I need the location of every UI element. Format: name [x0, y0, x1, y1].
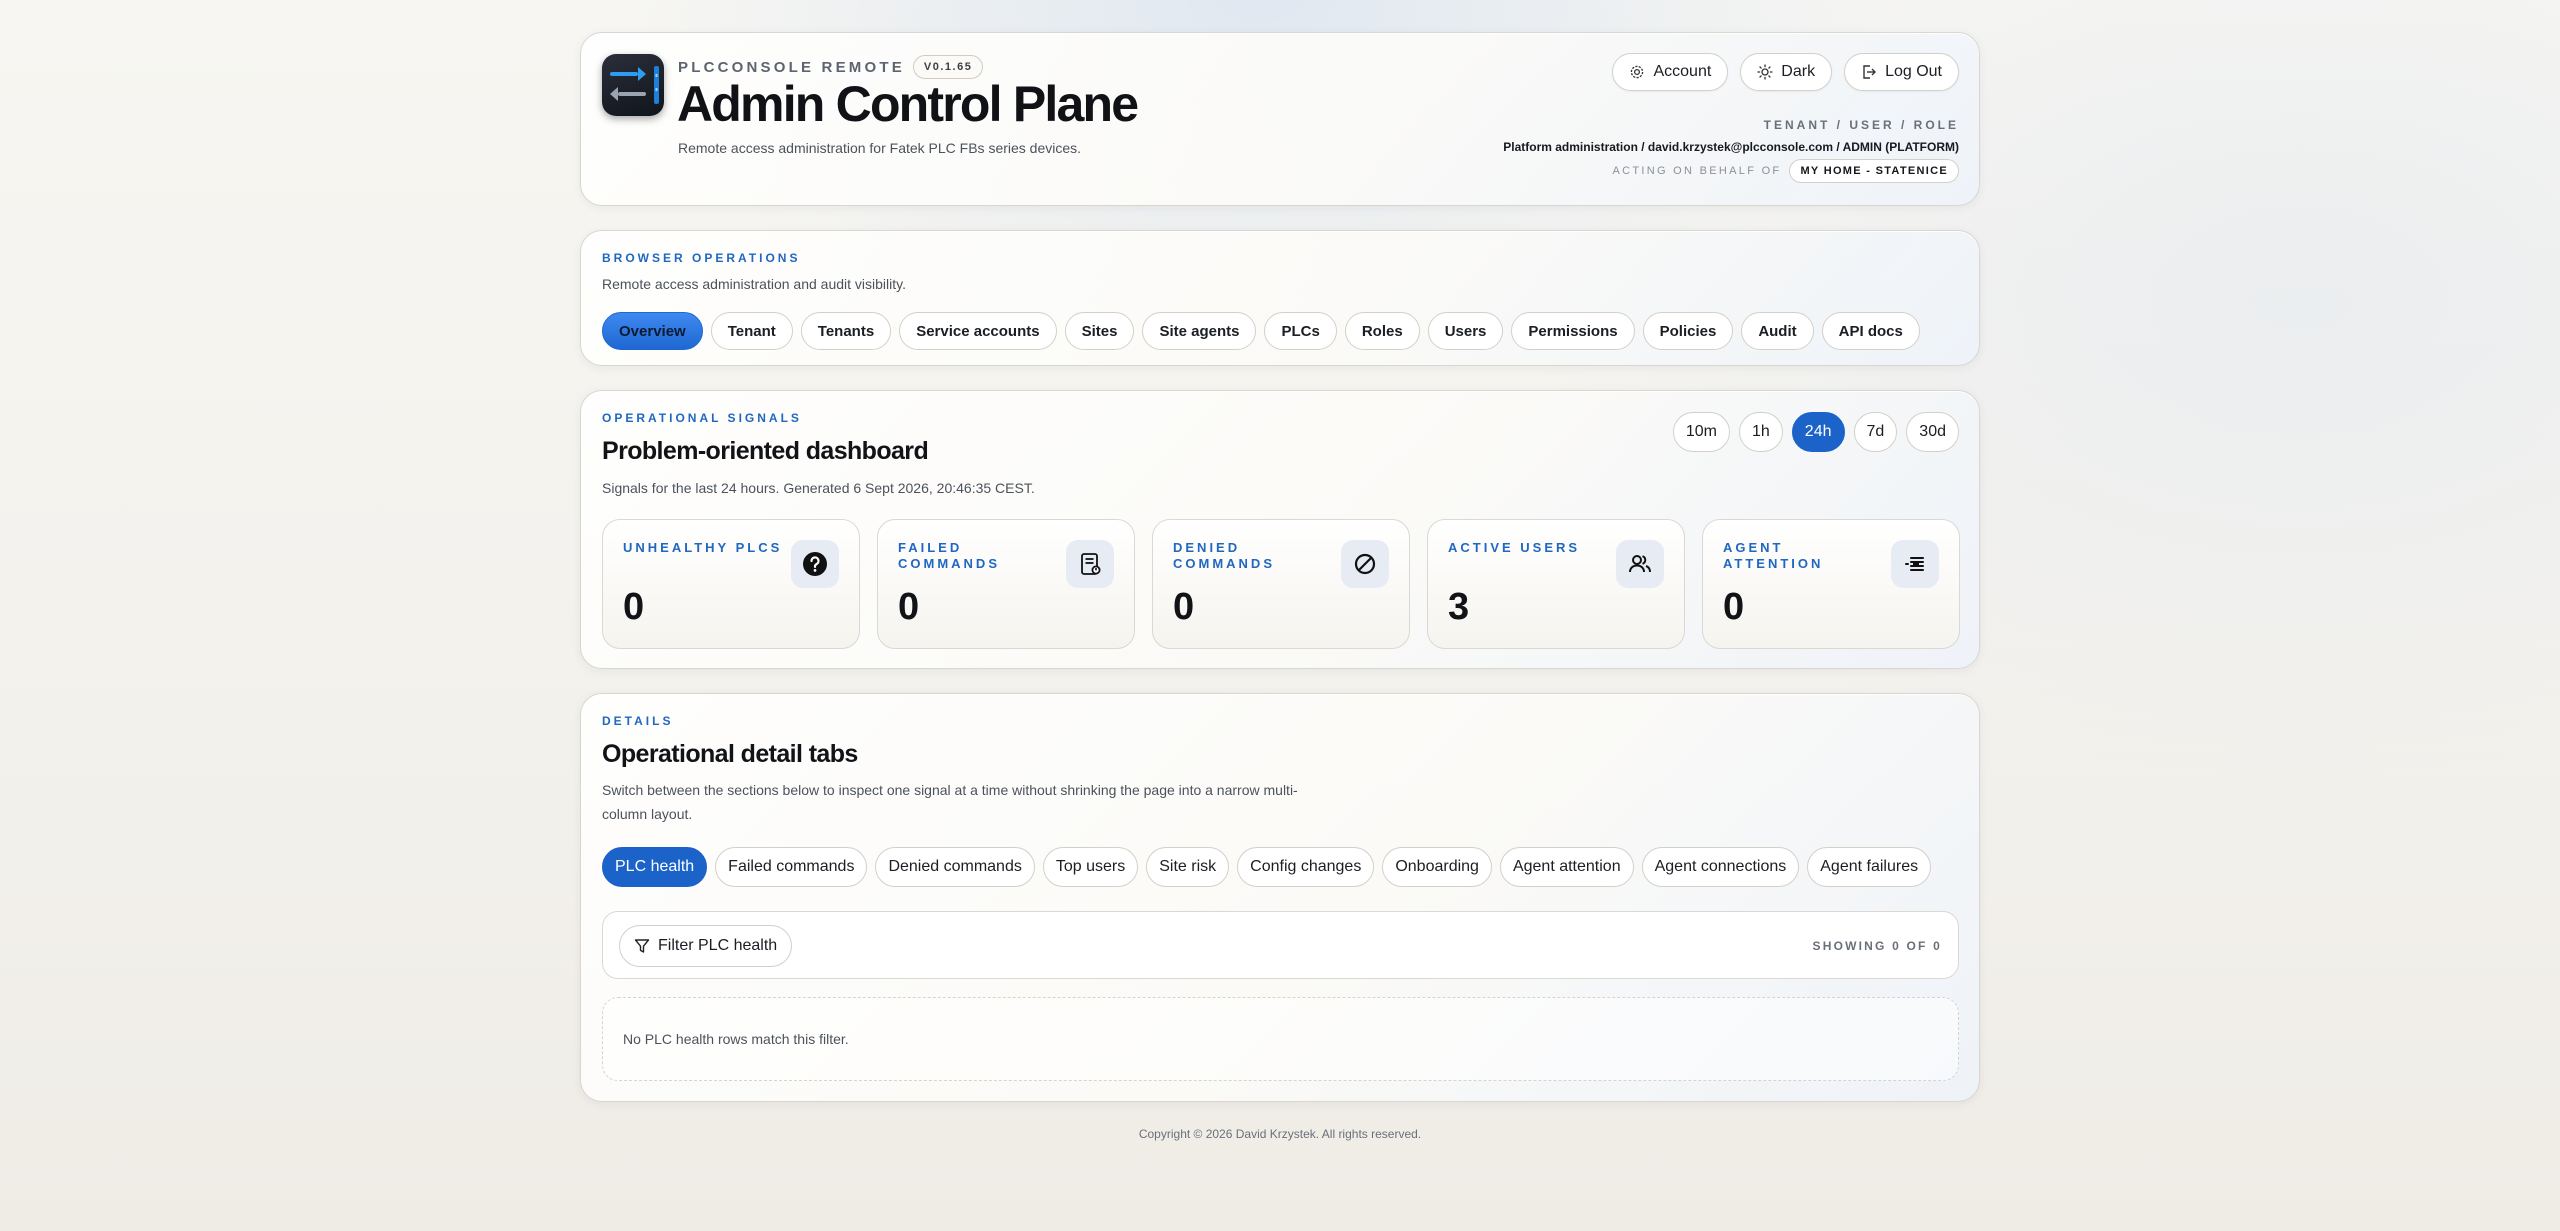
nav-policies[interactable]: Policies	[1642, 312, 1734, 350]
acting-on-behalf-label: ACTING ON BEHALF OF	[1612, 165, 1782, 177]
denied-commands-card: DENIED COMMANDS 0	[1152, 519, 1410, 649]
card-label: UNHEALTHY PLCS	[623, 540, 783, 555]
nav-service-accounts[interactable]: Service accounts	[899, 312, 1057, 350]
page-subtitle: Remote access administration for Fatek P…	[678, 140, 1082, 156]
tab-agent-connections[interactable]: Agent connections	[1641, 847, 1800, 887]
operational-signals-panel: OPERATIONAL SIGNALS Problem-oriented das…	[580, 390, 1980, 669]
range-30d[interactable]: 30d	[1906, 412, 1959, 452]
empty-state: No PLC health rows match this filter.	[602, 997, 1959, 1081]
list-alert-icon	[1891, 540, 1939, 588]
report-icon	[1066, 540, 1114, 588]
empty-state-message: No PLC health rows match this filter.	[623, 1031, 849, 1047]
tab-onboarding[interactable]: Onboarding	[1382, 847, 1492, 887]
question-circle-icon	[791, 540, 839, 588]
main-nav: Overview Tenant Tenants Service accounts…	[602, 312, 1920, 350]
acting-on-behalf-row: ACTING ON BEHALF OF MY HOME - STATENICE	[1612, 159, 1959, 183]
unhealthy-plcs-card: UNHEALTHY PLCS 0	[602, 519, 860, 649]
account-button[interactable]: Account	[1612, 53, 1729, 91]
tab-config-changes[interactable]: Config changes	[1237, 847, 1375, 887]
card-value: 3	[1448, 586, 1470, 628]
browser-operations-eyebrow: BROWSER OPERATIONS	[602, 251, 801, 265]
nav-users[interactable]: Users	[1427, 312, 1504, 350]
tab-top-users[interactable]: Top users	[1042, 847, 1139, 887]
card-label: DENIED COMMANDS	[1173, 540, 1275, 571]
card-value: 0	[1723, 586, 1745, 628]
dark-mode-button[interactable]: Dark	[1740, 53, 1833, 91]
nav-roles[interactable]: Roles	[1344, 312, 1420, 350]
sun-icon	[1757, 64, 1773, 80]
app-logo-icon	[602, 54, 664, 116]
browser-operations-description: Remote access administration and audit v…	[602, 276, 906, 292]
account-label: Account	[1653, 63, 1712, 80]
header-actions: Account Dark Log Out	[1612, 53, 1959, 91]
brand-name: PLCCONSOLE REMOTE	[678, 58, 905, 76]
filter-bar: Filter PLC health SHOWING 0 OF 0	[602, 911, 1959, 979]
nav-plcs[interactable]: PLCs	[1264, 312, 1337, 350]
nav-tenant[interactable]: Tenant	[710, 312, 793, 350]
time-range-selector: 10m 1h 24h 7d 30d	[1672, 412, 1959, 452]
card-value: 0	[1173, 586, 1195, 628]
results-count: SHOWING 0 OF 0	[1812, 939, 1942, 953]
logout-icon	[1863, 65, 1877, 79]
details-title: Operational detail tabs	[602, 740, 858, 768]
details-eyebrow: DETAILS	[602, 714, 674, 728]
tab-site-risk[interactable]: Site risk	[1146, 847, 1230, 887]
logout-button[interactable]: Log Out	[1844, 53, 1959, 91]
nav-tenants[interactable]: Tenants	[800, 312, 892, 350]
filter-icon	[634, 939, 650, 953]
card-value: 0	[623, 586, 645, 628]
nav-site-agents[interactable]: Site agents	[1142, 312, 1257, 350]
active-users-card: ACTIVE USERS 3	[1427, 519, 1685, 649]
nav-api-docs[interactable]: API docs	[1821, 312, 1920, 350]
logout-label: Log Out	[1885, 63, 1942, 80]
dark-mode-label: Dark	[1781, 63, 1816, 80]
range-24h[interactable]: 24h	[1791, 412, 1845, 452]
tab-failed-commands[interactable]: Failed commands	[715, 847, 868, 887]
tab-denied-commands[interactable]: Denied commands	[875, 847, 1035, 887]
nav-overview[interactable]: Overview	[602, 312, 703, 350]
card-value: 0	[898, 586, 920, 628]
tab-plc-health[interactable]: PLC health	[602, 847, 708, 887]
footer-copyright: Copyright © 2026 David Krzystek. All rig…	[1138, 1127, 1422, 1141]
blocked-icon	[1341, 540, 1389, 588]
header-panel: PLCCONSOLE REMOTE V0.1.65 Admin Control …	[580, 32, 1980, 206]
details-panel: DETAILS Operational detail tabs Switch b…	[580, 693, 1980, 1102]
tab-agent-failures[interactable]: Agent failures	[1807, 847, 1932, 887]
card-label: ACTIVE USERS	[1448, 540, 1581, 555]
page-container: PLCCONSOLE REMOTE V0.1.65 Admin Control …	[580, 32, 1980, 1102]
range-1h[interactable]: 1h	[1739, 412, 1783, 452]
signals-eyebrow: OPERATIONAL SIGNALS	[602, 411, 802, 425]
nav-audit[interactable]: Audit	[1741, 312, 1814, 350]
failed-commands-card: FAILED COMMANDS 0	[877, 519, 1135, 649]
filter-button[interactable]: Filter PLC health	[619, 925, 793, 967]
nav-permissions[interactable]: Permissions	[1511, 312, 1635, 350]
nav-sites[interactable]: Sites	[1064, 312, 1135, 350]
details-description: Switch between the sections below to ins…	[602, 782, 1298, 822]
detail-tabs: PLC health Failed commands Denied comman…	[602, 847, 1932, 887]
browser-operations-panel: BROWSER OPERATIONS Remote access adminis…	[580, 230, 1980, 366]
range-7d[interactable]: 7d	[1853, 412, 1898, 452]
agent-attention-card: AGENT ATTENTION 0	[1702, 519, 1960, 649]
tenant-user-role-label: TENANT / USER / ROLE	[1763, 118, 1959, 132]
card-label: AGENT ATTENTION	[1723, 540, 1824, 571]
range-10m[interactable]: 10m	[1672, 412, 1730, 452]
users-icon	[1616, 540, 1664, 588]
signals-description: Signals for the last 24 hours. Generated…	[602, 480, 1035, 496]
tab-agent-attention[interactable]: Agent attention	[1499, 847, 1634, 887]
filter-label: Filter PLC health	[658, 937, 778, 954]
tenant-user-role-value: Platform administration / david.krzystek…	[1503, 140, 1959, 154]
signal-cards: UNHEALTHY PLCS 0 FAILED COMMANDS 0 DENIE…	[602, 519, 1960, 649]
signals-title: Problem-oriented dashboard	[602, 437, 929, 465]
gear-icon	[1631, 65, 1644, 79]
page-title: Admin Control Plane	[677, 76, 1139, 132]
card-label: FAILED COMMANDS	[898, 540, 1000, 571]
acting-tenant-badge[interactable]: MY HOME - STATENICE	[1789, 159, 1959, 183]
